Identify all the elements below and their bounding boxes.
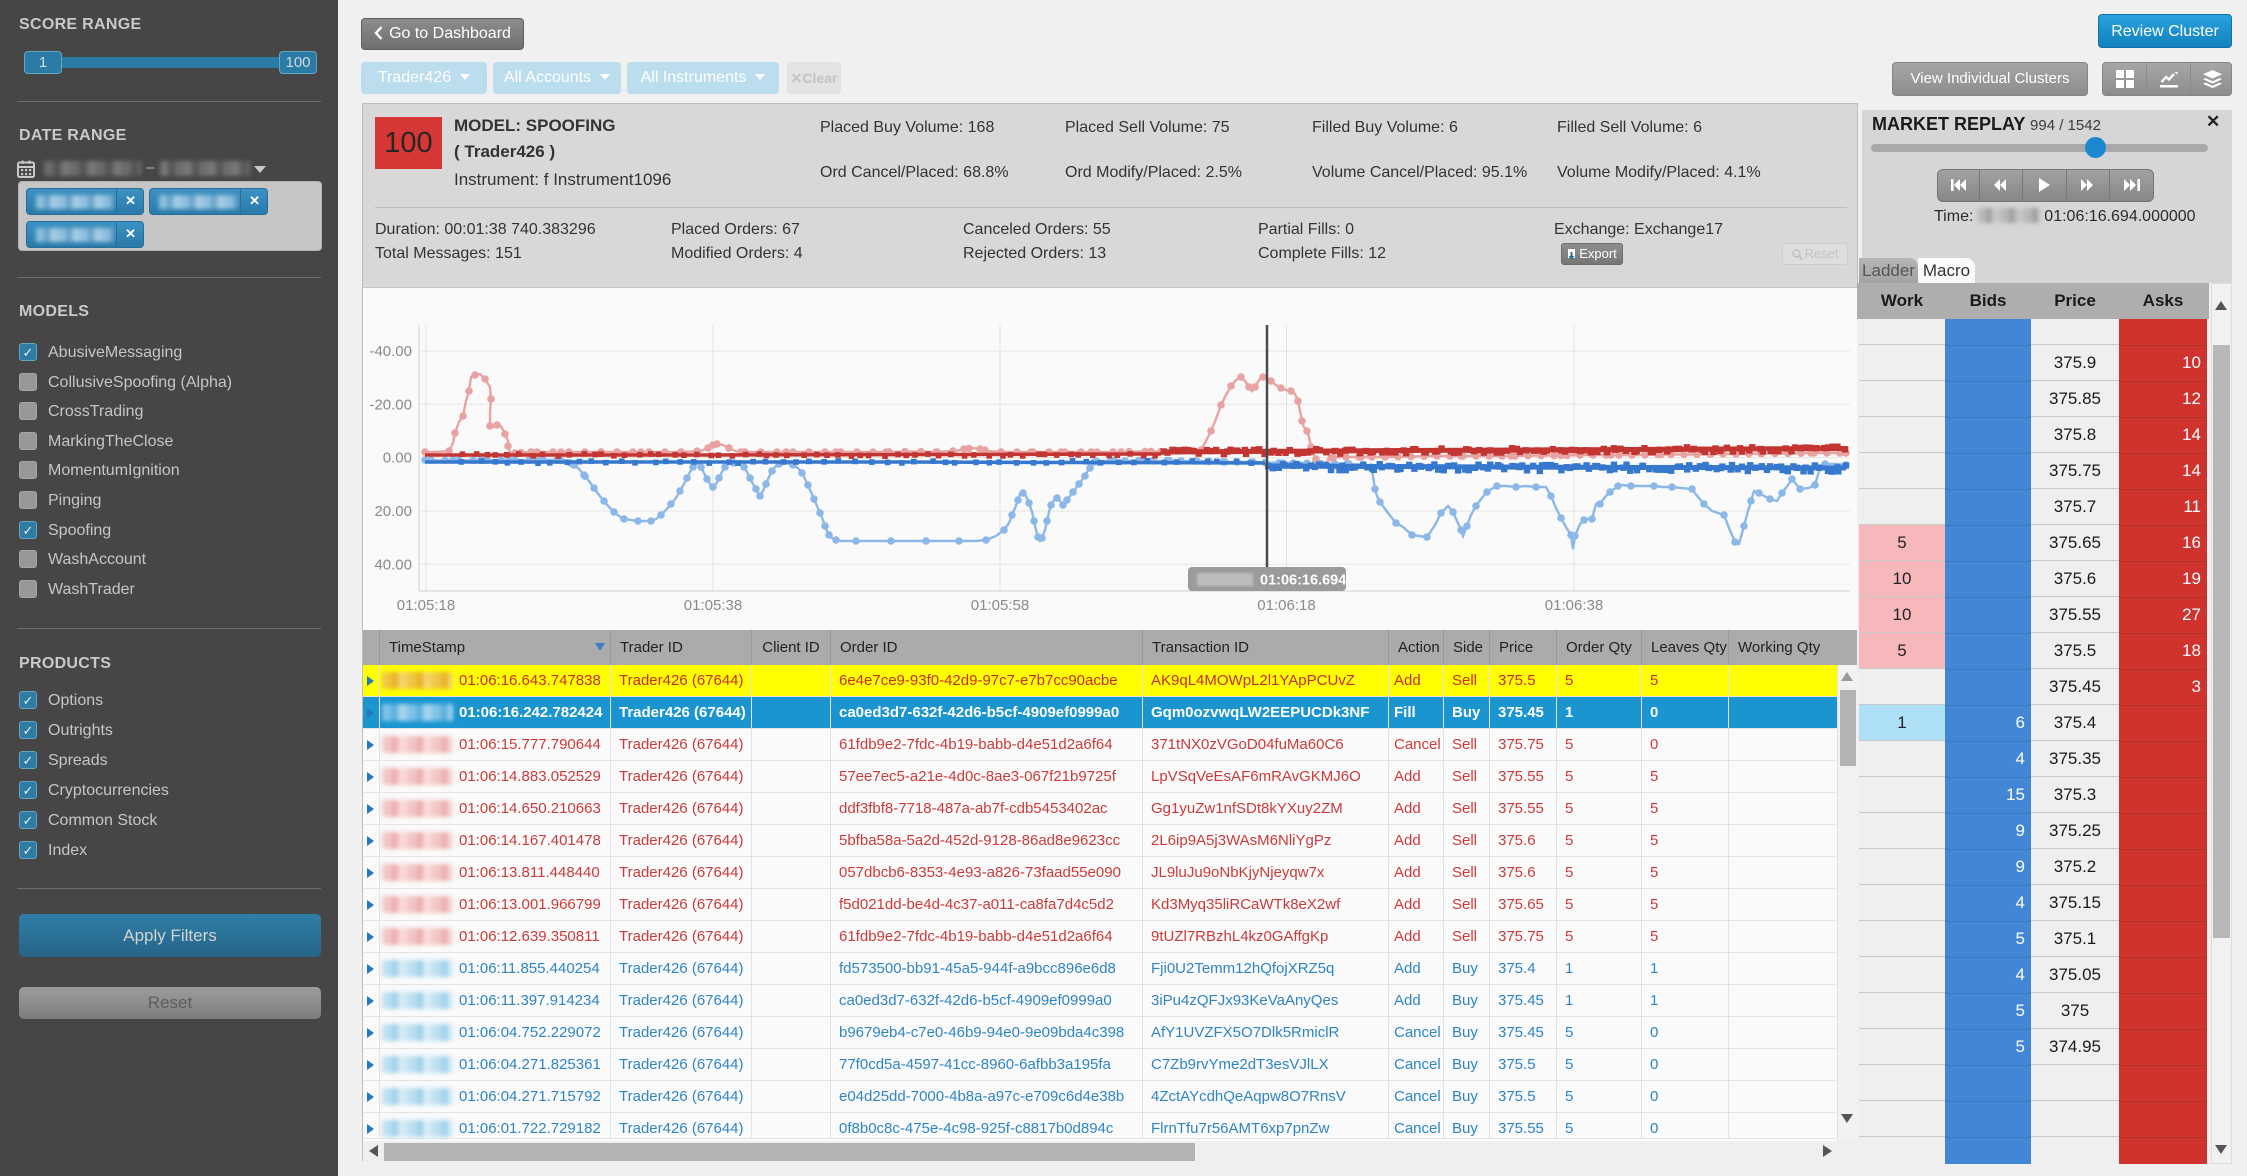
- svg-text:40.00: 40.00: [374, 556, 412, 573]
- svg-text:01:06:16.694: 01:06:16.694: [1260, 573, 1346, 589]
- svg-text:01:06:38: 01:06:38: [1545, 597, 1603, 614]
- svg-text:01:05:38: 01:05:38: [684, 597, 742, 614]
- svg-text:01:05:58: 01:05:58: [971, 597, 1029, 614]
- svg-text:20.00: 20.00: [374, 503, 412, 520]
- svg-text:-40.00: -40.00: [369, 343, 412, 360]
- svg-text:0.00: 0.00: [383, 450, 412, 467]
- svg-text:01:05:18: 01:05:18: [397, 597, 455, 614]
- svg-text:01:06:18: 01:06:18: [1257, 597, 1315, 614]
- svg-text:-20.00: -20.00: [369, 396, 412, 413]
